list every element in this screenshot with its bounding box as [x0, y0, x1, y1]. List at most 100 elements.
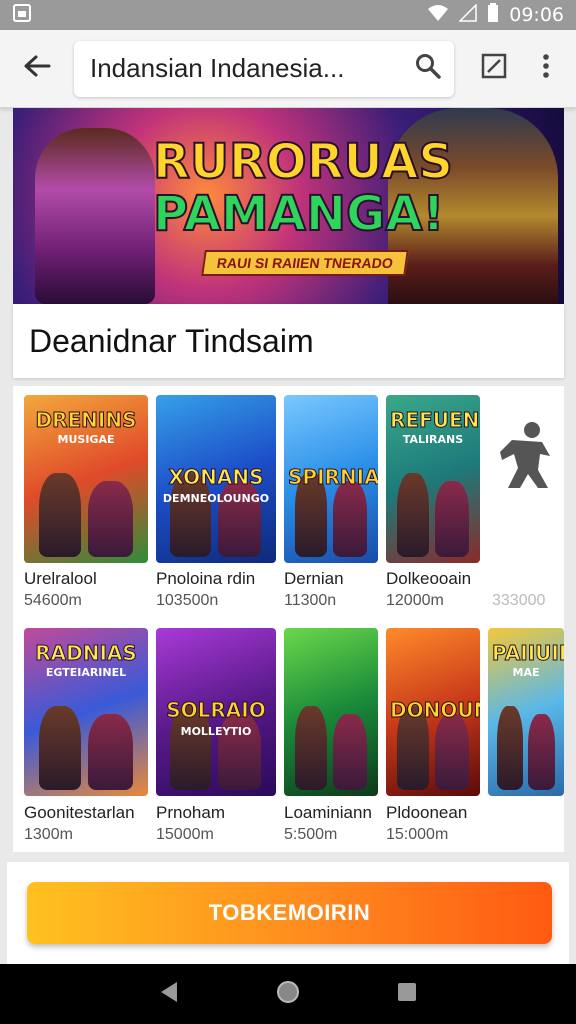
section-title: Deanidnar Tindsaim	[13, 304, 564, 378]
game-name: Prnoham	[156, 803, 225, 822]
character-figure	[39, 706, 81, 790]
character-figure	[333, 714, 367, 790]
games-grid: DRENINS MUSIGAE Urelralool 54600m XONANS DEMN…	[13, 386, 564, 852]
search-icon	[415, 53, 441, 84]
character-figure	[88, 481, 133, 557]
game-cover-title: REFUEN	[390, 408, 480, 432]
game-meta: 333000	[492, 592, 546, 609]
edit-icon	[481, 53, 507, 84]
game-name: Pldoonean	[386, 803, 468, 822]
game-thumbnail[interactable]: PAIIUII MAE	[488, 628, 564, 796]
search-query-text: Indansian Indanesia...	[90, 53, 345, 83]
game-cover-title: DRENINS	[35, 408, 137, 432]
circle-home-icon	[276, 980, 300, 1009]
character-figure	[88, 714, 133, 790]
game-thumbnail[interactable]: DONOUNS	[386, 628, 480, 796]
status-left	[12, 3, 32, 28]
more-vertical-icon	[542, 53, 550, 84]
banner-title-line2: PAMANGA!	[152, 186, 445, 242]
game-cover-subtitle: EGTEIARINEL	[45, 666, 127, 679]
game-thumbnail[interactable]: XONANS DEMNEOLOUNGO	[156, 395, 276, 563]
game-thumbnail[interactable]	[284, 628, 378, 796]
game-meta: 15:000m	[386, 826, 449, 843]
character-figure	[333, 481, 367, 557]
notification-icon	[12, 3, 32, 28]
game-card[interactable]: DRENINS MUSIGAE Urelralool 54600m	[24, 395, 148, 614]
game-cover-subtitle: MAE	[512, 666, 540, 679]
character-figure	[295, 706, 327, 790]
game-meta: 15000m	[156, 826, 214, 843]
system-nav-bar	[0, 964, 576, 1024]
character-figure	[397, 473, 429, 557]
game-meta: 11300n	[284, 592, 337, 609]
status-bar: 09:06	[0, 0, 576, 30]
game-name: Dolkeooain	[386, 569, 472, 588]
character-figure	[528, 714, 555, 790]
game-name: Pnoloina rdin	[156, 569, 256, 588]
square-recents-icon	[397, 982, 417, 1007]
banner-title: RURORUAS PAMANGA!	[152, 134, 454, 242]
game-card[interactable]: SPIRNIAS Dernian 11300n	[284, 395, 378, 614]
nav-recents-button[interactable]	[382, 969, 432, 1019]
game-thumbnail[interactable]: SOLRAIO MOLLEYTIO	[156, 628, 276, 796]
game-meta: 12000m	[386, 592, 444, 609]
game-card[interactable]: REFUEN TALIRANS Dolkeooain 12000m	[386, 395, 480, 614]
bottom-panel: TOBKEMOIRIN	[7, 862, 569, 964]
banner-title-line1: RURORUAS	[152, 134, 454, 190]
triangle-back-icon	[159, 981, 179, 1008]
game-cover-title: PAIIUII	[492, 641, 565, 665]
nav-back-button[interactable]	[144, 969, 194, 1019]
character-figure	[39, 473, 81, 557]
search-field[interactable]: Indansian Indanesia...	[74, 40, 454, 97]
game-cover-subtitle: MUSIGAE	[57, 433, 115, 446]
battery-icon	[487, 2, 499, 28]
game-name: Loaminiann	[284, 803, 372, 822]
game-meta: 103500n	[156, 592, 219, 609]
game-card[interactable]: SOLRAIO MOLLEYTIO Prnoham 15000m	[156, 628, 276, 848]
character-figure	[435, 481, 469, 557]
game-card[interactable]: Loaminiann 5:500m	[284, 628, 378, 848]
game-cover-subtitle: MOLLEYTIO	[180, 725, 252, 738]
character-figure	[497, 706, 523, 790]
overflow-menu-button[interactable]	[520, 30, 572, 108]
game-cover-subtitle: DEMNEOLOUNGO	[162, 492, 270, 505]
game-card[interactable]: RADNIAS EGTEIARINEL Goonitestarlan 1300m	[24, 628, 148, 848]
game-cover-title: DONOUNS	[390, 698, 481, 722]
game-card[interactable]: 333000	[488, 395, 564, 614]
nav-home-button[interactable]	[263, 969, 313, 1019]
clock: 09:06	[509, 4, 564, 26]
game-card[interactable]: DONOUNS Pldoonean 15:000m	[386, 628, 480, 848]
game-name: Urelralool	[24, 569, 97, 588]
game-thumbnail[interactable]: REFUEN TALIRANS	[386, 395, 480, 563]
app-bar: Indansian Indanesia...	[0, 30, 576, 108]
banner-subtitle: RAUI SI RAIIEN TNERADO	[201, 250, 409, 276]
game-thumbnail[interactable]	[488, 395, 564, 563]
character-figure	[435, 714, 469, 790]
game-meta: 1300m	[24, 826, 73, 843]
game-card[interactable]: PAIIUII MAE	[488, 628, 564, 848]
search-button[interactable]	[402, 41, 454, 97]
game-meta: 5:500m	[284, 826, 338, 843]
game-thumbnail[interactable]: DRENINS MUSIGAE	[24, 395, 148, 563]
character-silhouette-icon	[498, 420, 554, 495]
primary-cta-button[interactable]: TOBKEMOIRIN	[27, 882, 552, 944]
arrow-left-icon	[23, 54, 51, 83]
status-right: 09:06	[427, 2, 564, 28]
edit-button[interactable]	[468, 30, 520, 108]
game-cover-title: SPIRNIAS	[288, 465, 379, 489]
game-cover-subtitle: TALIRANS	[402, 433, 464, 446]
heroine-character-art	[35, 128, 155, 304]
back-button[interactable]	[0, 30, 74, 108]
wifi-icon	[427, 4, 449, 27]
game-cover-title: SOLRAIO	[166, 698, 266, 722]
game-name: Goonitestarlan	[24, 803, 135, 822]
hero-banner[interactable]: RURORUAS PAMANGA! RAUI SI RAIIEN TNERADO	[13, 108, 564, 304]
game-card[interactable]: XONANS DEMNEOLOUNGO Pnoloina rdin 103500n	[156, 395, 276, 614]
game-meta: 54600m	[24, 592, 82, 609]
game-name: Dernian	[284, 569, 344, 588]
game-thumbnail[interactable]: SPIRNIAS	[284, 395, 378, 563]
game-cover-title: XONANS	[168, 465, 264, 489]
signal-icon	[458, 2, 477, 27]
game-thumbnail[interactable]: RADNIAS EGTEIARINEL	[24, 628, 148, 796]
game-cover-title: RADNIAS	[35, 641, 138, 665]
